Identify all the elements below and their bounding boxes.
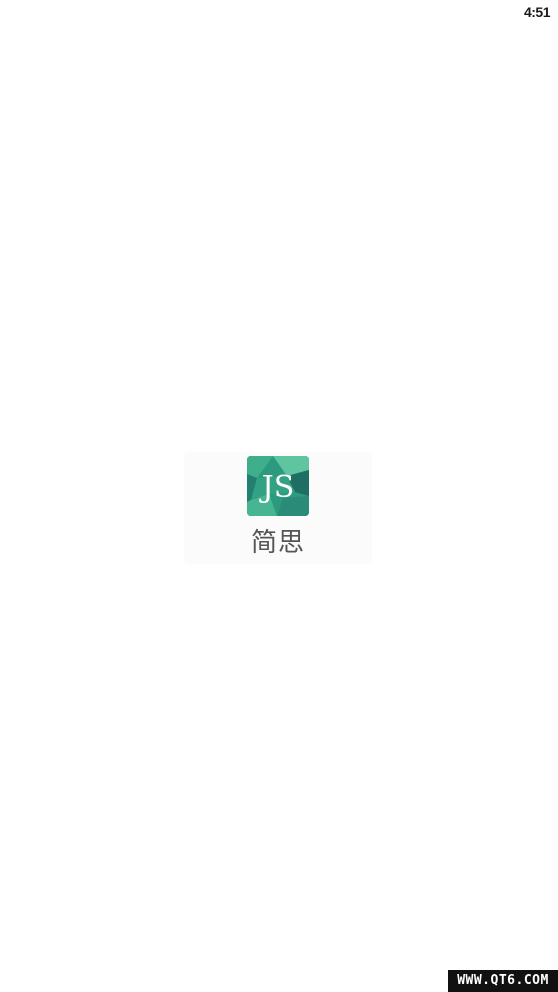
app-name: 简思 bbox=[250, 528, 305, 558]
status-bar: 4:51 bbox=[0, 0, 558, 24]
js-logo-icon: JS bbox=[247, 456, 309, 516]
watermark-badge: WWW.QT6.COM bbox=[448, 970, 558, 992]
splash-logo-card: JS 简思 bbox=[184, 452, 372, 564]
splash-screen: 4:51 JS 简思 WWW.QT6.COM bbox=[0, 0, 558, 992]
svg-text:JS: JS bbox=[259, 470, 295, 505]
status-time: 4:51 bbox=[523, 4, 551, 20]
